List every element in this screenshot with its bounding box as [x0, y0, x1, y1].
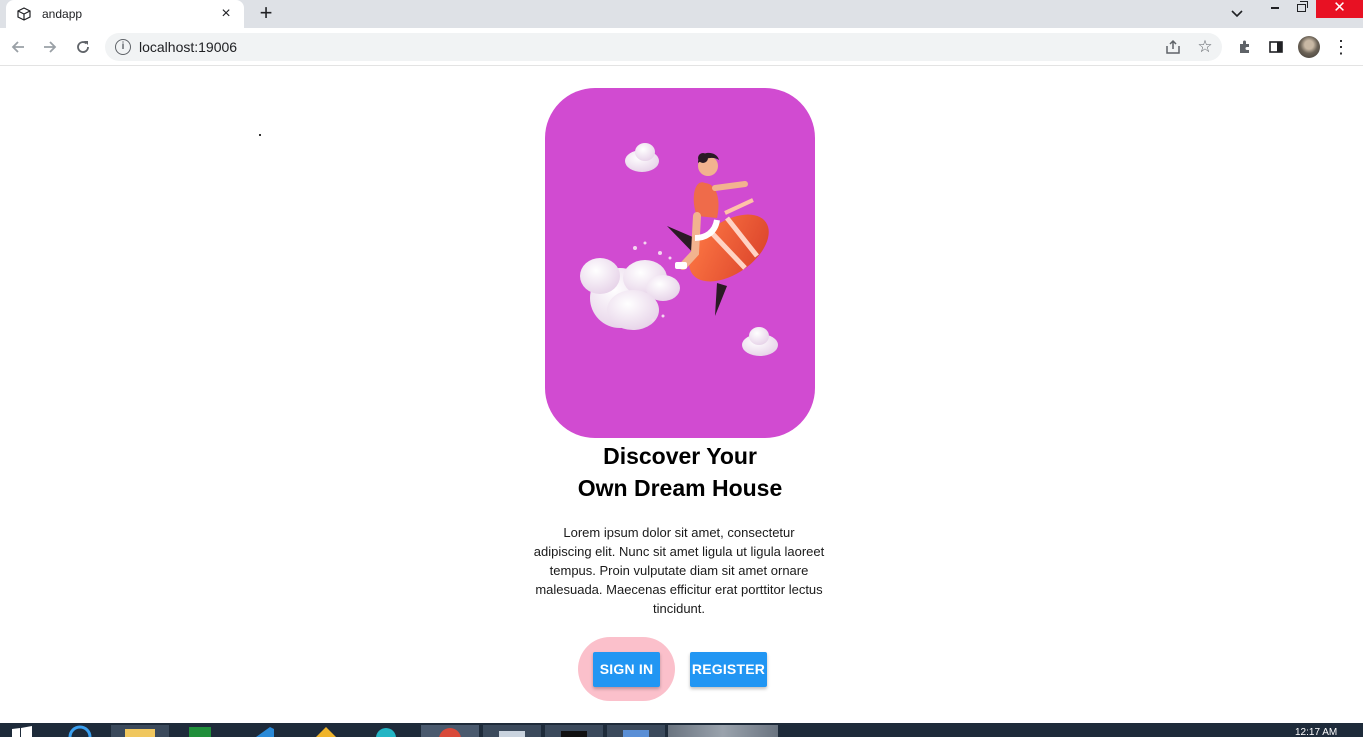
hero-illustration-card [545, 88, 815, 438]
plus-icon[interactable]: + [254, 2, 278, 26]
app-icon[interactable] [310, 725, 342, 737]
close-icon[interactable]: × [218, 5, 234, 22]
clock-time[interactable]: 12:17 AM [1295, 727, 1337, 737]
window-minimize-button[interactable] [1263, 0, 1287, 20]
os-taskbar: 12:17 AM [0, 723, 1363, 737]
page-title: Discover Your Own Dream House [500, 440, 860, 504]
internet-explorer-icon[interactable] [66, 725, 94, 737]
browser-toolbar: i localhost:19006 ☆ ⋮ [0, 28, 1363, 66]
taskbar-file-explorer[interactable] [111, 725, 169, 737]
stray-dot [259, 134, 261, 136]
tab-title: andapp [42, 7, 83, 21]
taskbar-terminal[interactable] [545, 725, 603, 737]
taskbar-window-1[interactable] [483, 725, 541, 737]
page-title-line-1: Discover Your [603, 443, 757, 469]
kebab-menu-icon[interactable]: ⋮ [1329, 35, 1353, 59]
chevron-down-icon[interactable] [1226, 4, 1248, 24]
share-icon[interactable] [1163, 37, 1183, 57]
side-panel-icon[interactable] [1264, 35, 1288, 59]
edge-icon[interactable] [370, 725, 402, 737]
browser-tab[interactable]: andapp × [6, 0, 244, 28]
window-close-button[interactable]: ✕ [1316, 0, 1363, 18]
info-icon[interactable]: i [115, 39, 131, 55]
star-icon[interactable]: ☆ [1195, 37, 1215, 57]
window-restore-button[interactable] [1290, 0, 1314, 20]
rocket-rider-illustration [580, 143, 778, 356]
register-button[interactable]: REGISTER [690, 652, 767, 687]
vscode-icon[interactable] [248, 725, 278, 737]
store-icon[interactable] [186, 725, 216, 737]
extensions-icon[interactable] [1233, 35, 1257, 59]
taskbar-chrome[interactable] [421, 725, 479, 737]
reload-icon[interactable] [71, 35, 95, 59]
taskbar-thumbnail [668, 725, 778, 737]
tab-strip: andapp × + ✕ [0, 0, 1363, 28]
taskbar-window-2[interactable] [607, 725, 665, 737]
intro-paragraph: Lorem ipsum dolor sit amet, consectetur … [533, 525, 825, 616]
windows-start-icon[interactable] [8, 725, 34, 737]
tab-favicon-icon [16, 6, 32, 22]
back-arrow-icon[interactable] [6, 35, 30, 59]
address-bar[interactable]: i localhost:19006 ☆ [105, 33, 1222, 61]
sign-in-button[interactable]: SIGN IN [593, 652, 660, 687]
profile-avatar[interactable] [1298, 36, 1320, 58]
forward-arrow-icon[interactable] [38, 35, 62, 59]
page-title-line-2: Own Dream House [577, 475, 783, 501]
url-text[interactable]: localhost:19006 [139, 39, 237, 55]
